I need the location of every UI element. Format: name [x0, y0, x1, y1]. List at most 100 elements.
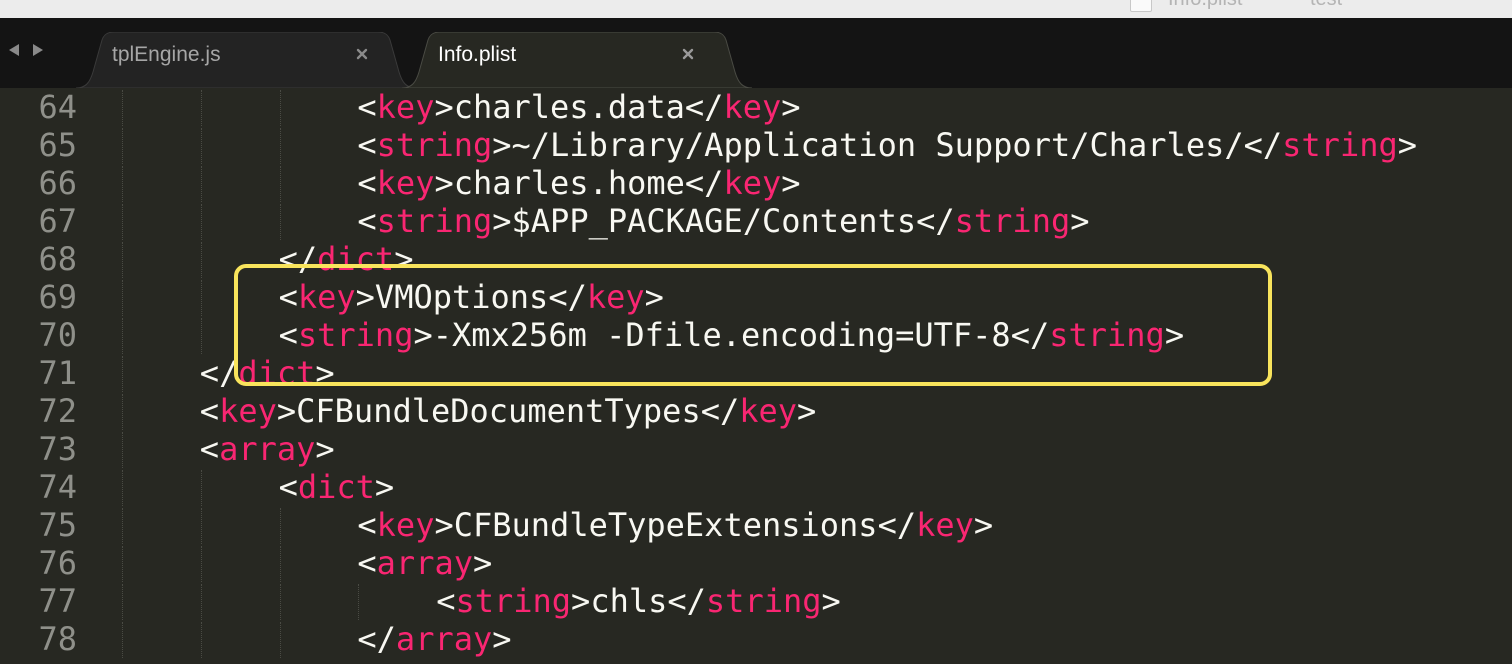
punctuation: >: [315, 430, 335, 468]
code-text: <string>-Xmx256m -Dfile.encoding=UTF-8</…: [279, 316, 1184, 354]
code-text: <array>: [200, 430, 335, 468]
close-icon[interactable]: [352, 44, 372, 64]
code-text: <key>charles.home</key>: [357, 164, 800, 202]
indent-guide: [200, 318, 202, 354]
punctuation: >: [355, 278, 375, 316]
code-text: <string>$APP_PACKAGE/Contents</string>: [357, 202, 1089, 240]
indent-guide: [200, 90, 202, 126]
indent-guide: [122, 280, 123, 316]
code-line[interactable]: 66 <key>charles.home</key>: [0, 164, 1512, 202]
line-number: 76: [38, 544, 77, 582]
punctuation: >: [1164, 316, 1185, 354]
punctuation: >: [315, 354, 335, 392]
punctuation: >: [797, 392, 817, 430]
indent-guide: [279, 166, 281, 202]
code-text: <key>CFBundleTypeExtensions</key>: [357, 506, 993, 544]
line-number: 74: [38, 468, 77, 506]
title-strip: Info.plist test: [0, 0, 1512, 18]
indent-guide: [122, 204, 123, 240]
line-number: 75: [38, 506, 77, 544]
indent-guide: [200, 508, 202, 544]
indent-guide: [122, 622, 123, 658]
code-line[interactable]: 71 </dict>: [0, 354, 1512, 392]
punctuation: <: [357, 88, 377, 126]
punctuation: <: [357, 544, 377, 582]
code-editor[interactable]: 78 </array> 77 <string>chls</string> 76 <arra…: [0, 88, 1512, 664]
tag-name: string: [455, 582, 572, 620]
indent-guide: [200, 584, 202, 620]
code-line[interactable]: 72 <key>CFBundleDocumentTypes</key>: [0, 392, 1512, 430]
indent-guide: [122, 242, 123, 278]
code-line[interactable]: 76 <array>: [0, 544, 1512, 582]
code-line[interactable]: 64 <key>charles.data</key>: [0, 88, 1512, 126]
tab-bar: tplEngine.js Info.plist: [0, 18, 1512, 88]
code-line[interactable]: 67 <string>$APP_PACKAGE/Contents</string>: [0, 202, 1512, 240]
tag-name: string: [376, 202, 493, 240]
indent-guide: [122, 508, 123, 544]
code-line[interactable]: 75 <key>CFBundleTypeExtensions</key>: [0, 506, 1512, 544]
code-text: </array>: [357, 620, 511, 658]
code-text: <string>chls</string>: [436, 582, 841, 620]
tag-name: key: [376, 88, 435, 126]
indent-guide: [200, 166, 202, 202]
code-text: </dict>: [279, 240, 414, 278]
code-line[interactable]: 77 <string>chls</string>: [0, 582, 1512, 620]
tag-name: key: [219, 392, 277, 430]
indent-guide: [279, 128, 281, 164]
punctuation: </: [548, 278, 587, 316]
tag-name: key: [723, 88, 782, 126]
indent-guide: [200, 128, 202, 164]
punctuation: >: [644, 278, 664, 316]
punctuation: <: [436, 582, 456, 620]
indent-guide: [122, 470, 123, 506]
punctuation: </: [1243, 126, 1283, 164]
indent-guide: [200, 280, 202, 316]
text-value: charles.home: [453, 164, 685, 202]
tag-name: key: [739, 392, 798, 430]
tab-tplengine[interactable]: tplEngine.js: [76, 32, 416, 88]
punctuation: <: [199, 392, 220, 430]
tag-name: dict: [317, 240, 395, 278]
punctuation: </: [684, 88, 724, 126]
code-line[interactable]: 70 <string>-Xmx256m -Dfile.encoding=UTF-8…: [0, 316, 1512, 354]
tab-info-plist[interactable]: Info.plist: [402, 32, 752, 88]
indent-guide: [122, 356, 123, 392]
line-number: 72: [38, 392, 77, 430]
tab-label: tplEngine.js: [112, 43, 221, 66]
tag-name: dict: [297, 468, 375, 506]
punctuation: >: [781, 164, 801, 202]
punctuation: >: [492, 126, 512, 164]
tag-name: array: [395, 620, 493, 658]
code-line[interactable]: 65 <string>~/Library/Application Support/…: [0, 126, 1512, 164]
tag-name: key: [723, 164, 782, 202]
chevron-right-icon[interactable]: [28, 40, 48, 60]
indent-guide: [200, 204, 202, 240]
punctuation: >: [781, 88, 801, 126]
line-number: 65: [38, 126, 77, 164]
code-line[interactable]: 78 </array>: [0, 620, 1512, 658]
tag-name: key: [916, 506, 974, 544]
indent-guide: [122, 394, 123, 430]
indent-guide: [200, 622, 202, 658]
line-number: 78: [38, 620, 77, 658]
close-icon[interactable]: [678, 44, 698, 64]
text-value: ~/Library/Application Support/Charles/: [511, 126, 1244, 164]
line-number: 73: [38, 430, 77, 468]
chevron-left-icon[interactable]: [4, 40, 24, 60]
code-line[interactable]: 74 <dict>: [0, 468, 1512, 506]
punctuation: >: [1397, 126, 1417, 164]
code-line[interactable]: 73 <array>: [0, 430, 1512, 468]
text-value: $APP_PACKAGE/Contents: [511, 202, 917, 240]
code-line[interactable]: 69 <key>VMOptions</key>: [0, 278, 1512, 316]
punctuation: </: [877, 506, 917, 544]
punctuation: >: [394, 240, 414, 278]
indent-guide: [122, 166, 123, 202]
line-number: 68: [38, 240, 77, 278]
punctuation: </: [278, 240, 318, 278]
tag-name: string: [376, 126, 493, 164]
indent-guide: [279, 546, 281, 582]
tag-name: string: [705, 582, 822, 620]
indent-guide: [122, 318, 123, 354]
code-line[interactable]: 68 </dict>: [0, 240, 1512, 278]
punctuation: <: [357, 506, 377, 544]
